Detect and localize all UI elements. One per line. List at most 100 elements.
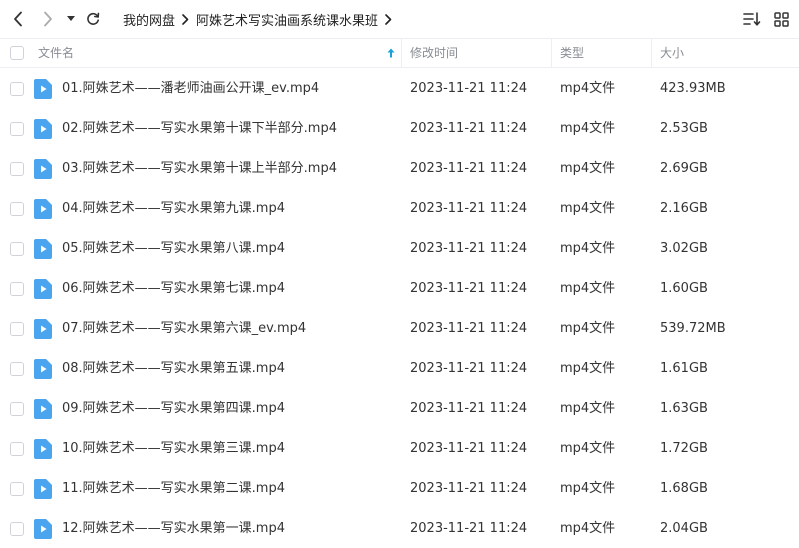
history-dropdown-button[interactable] bbox=[64, 8, 78, 30]
file-row[interactable]: 12.阿姝艺术——写实水果第一课.mp4 2023-11-21 11:24 mp… bbox=[0, 509, 799, 548]
column-header-type[interactable]: 类型 bbox=[560, 39, 650, 67]
file-modified: 2023-11-21 11:24 bbox=[410, 441, 528, 456]
column-divider bbox=[551, 39, 552, 67]
video-file-icon bbox=[34, 119, 52, 139]
column-header-name[interactable]: 文件名 bbox=[38, 39, 398, 67]
file-size: 1.68GB bbox=[660, 481, 708, 496]
file-modified: 2023-11-21 11:24 bbox=[410, 201, 528, 216]
video-file-icon bbox=[34, 199, 52, 219]
column-header-name-label: 文件名 bbox=[38, 46, 75, 60]
back-button[interactable] bbox=[8, 8, 28, 30]
file-name[interactable]: 12.阿姝艺术——写实水果第一课.mp4 bbox=[62, 509, 285, 548]
file-name[interactable]: 08.阿姝艺术——写实水果第五课.mp4 bbox=[62, 349, 285, 389]
file-size: 1.61GB bbox=[660, 361, 708, 376]
sort-button[interactable] bbox=[742, 8, 762, 30]
row-checkbox[interactable] bbox=[10, 282, 24, 296]
forward-button[interactable] bbox=[38, 8, 58, 30]
file-row[interactable]: 08.阿姝艺术——写实水果第五课.mp4 2023-11-21 11:24 mp… bbox=[0, 349, 799, 389]
file-row[interactable]: 03.阿姝艺术——写实水果第十课上半部分.mp4 2023-11-21 11:2… bbox=[0, 149, 799, 189]
file-modified: 2023-11-21 11:24 bbox=[410, 161, 528, 176]
breadcrumb-expand-icon[interactable] bbox=[385, 13, 392, 25]
row-checkbox[interactable] bbox=[10, 482, 24, 496]
file-name[interactable]: 05.阿姝艺术——写实水果第八课.mp4 bbox=[62, 229, 285, 269]
file-row[interactable]: 04.阿姝艺术——写实水果第九课.mp4 2023-11-21 11:24 mp… bbox=[0, 189, 799, 229]
file-size: 2.16GB bbox=[660, 201, 708, 216]
file-row[interactable]: 07.阿姝艺术——写实水果第六课_ev.mp4 2023-11-21 11:24… bbox=[0, 309, 799, 349]
file-type: mp4文件 bbox=[560, 161, 616, 176]
file-row[interactable]: 09.阿姝艺术——写实水果第四课.mp4 2023-11-21 11:24 mp… bbox=[0, 389, 799, 429]
column-header-modified-label: 修改时间 bbox=[410, 46, 459, 60]
file-list-header: 文件名 修改时间 类型 大小 bbox=[0, 38, 799, 68]
file-type: mp4文件 bbox=[560, 521, 616, 536]
file-name[interactable]: 09.阿姝艺术——写实水果第四课.mp4 bbox=[62, 389, 285, 429]
row-checkbox[interactable] bbox=[10, 122, 24, 136]
file-size: 539.72MB bbox=[660, 321, 726, 336]
refresh-button[interactable] bbox=[84, 8, 102, 30]
row-checkbox[interactable] bbox=[10, 402, 24, 416]
file-modified: 2023-11-21 11:24 bbox=[410, 481, 528, 496]
file-name[interactable]: 03.阿姝艺术——写实水果第十课上半部分.mp4 bbox=[62, 149, 337, 189]
video-file-icon bbox=[34, 319, 52, 339]
file-row[interactable]: 01.阿姝艺术——潘老师油画公开课_ev.mp4 2023-11-21 11:2… bbox=[0, 69, 799, 109]
column-header-modified[interactable]: 修改时间 bbox=[410, 39, 550, 67]
video-file-icon bbox=[34, 359, 52, 379]
row-checkbox[interactable] bbox=[10, 362, 24, 376]
column-divider bbox=[651, 39, 652, 67]
file-type: mp4文件 bbox=[560, 361, 616, 376]
file-size: 1.72GB bbox=[660, 441, 708, 456]
column-header-size-label: 大小 bbox=[660, 46, 685, 60]
file-row[interactable]: 10.阿姝艺术——写实水果第三课.mp4 2023-11-21 11:24 mp… bbox=[0, 429, 799, 469]
file-row[interactable]: 02.阿姝艺术——写实水果第十课下半部分.mp4 2023-11-21 11:2… bbox=[0, 109, 799, 149]
file-row[interactable]: 05.阿姝艺术——写实水果第八课.mp4 2023-11-21 11:24 mp… bbox=[0, 229, 799, 269]
file-type: mp4文件 bbox=[560, 441, 616, 456]
row-checkbox[interactable] bbox=[10, 162, 24, 176]
file-modified: 2023-11-21 11:24 bbox=[410, 281, 528, 296]
file-size: 2.04GB bbox=[660, 521, 708, 536]
row-checkbox[interactable] bbox=[10, 522, 24, 536]
file-row[interactable]: 11.阿姝艺术——写实水果第二课.mp4 2023-11-21 11:24 mp… bbox=[0, 469, 799, 509]
row-checkbox[interactable] bbox=[10, 82, 24, 96]
file-modified: 2023-11-21 11:24 bbox=[410, 81, 528, 96]
grid-view-icon bbox=[773, 11, 789, 27]
video-file-icon bbox=[34, 239, 52, 259]
grid-view-button[interactable] bbox=[771, 8, 791, 30]
file-size: 1.63GB bbox=[660, 401, 708, 416]
row-checkbox[interactable] bbox=[10, 322, 24, 336]
file-size: 2.53GB bbox=[660, 121, 708, 136]
file-type: mp4文件 bbox=[560, 201, 616, 216]
video-file-icon bbox=[34, 399, 52, 419]
file-modified: 2023-11-21 11:24 bbox=[410, 401, 528, 416]
breadcrumb-item-current-folder[interactable]: 阿姝艺术写实油画系统课水果班 bbox=[196, 10, 378, 29]
file-type: mp4文件 bbox=[560, 481, 616, 496]
file-name[interactable]: 04.阿姝艺术——写实水果第九课.mp4 bbox=[62, 189, 285, 229]
file-name[interactable]: 01.阿姝艺术——潘老师油画公开课_ev.mp4 bbox=[62, 69, 319, 109]
file-size: 1.60GB bbox=[660, 281, 708, 296]
file-size: 3.02GB bbox=[660, 241, 708, 256]
video-file-icon bbox=[34, 159, 52, 179]
column-header-size[interactable]: 大小 bbox=[660, 39, 760, 67]
file-name[interactable]: 06.阿姝艺术——写实水果第七课.mp4 bbox=[62, 269, 285, 309]
breadcrumb-item-my-drive[interactable]: 我的网盘 bbox=[123, 10, 175, 29]
select-all-checkbox[interactable] bbox=[10, 46, 24, 60]
file-name[interactable]: 10.阿姝艺术——写实水果第三课.mp4 bbox=[62, 429, 285, 469]
breadcrumb: 我的网盘 阿姝艺术写实油画系统课水果班 bbox=[123, 9, 399, 29]
row-checkbox[interactable] bbox=[10, 242, 24, 256]
file-name[interactable]: 11.阿姝艺术——写实水果第二课.mp4 bbox=[62, 469, 285, 509]
file-name[interactable]: 07.阿姝艺术——写实水果第六课_ev.mp4 bbox=[62, 309, 306, 349]
file-row[interactable]: 06.阿姝艺术——写实水果第七课.mp4 2023-11-21 11:24 mp… bbox=[0, 269, 799, 309]
file-size: 423.93MB bbox=[660, 81, 726, 96]
toolbar: 我的网盘 阿姝艺术写实油画系统课水果班 bbox=[0, 0, 799, 38]
column-divider bbox=[401, 39, 402, 67]
file-type: mp4文件 bbox=[560, 81, 616, 96]
file-name[interactable]: 02.阿姝艺术——写实水果第十课下半部分.mp4 bbox=[62, 109, 337, 149]
chevron-right-icon bbox=[44, 11, 52, 27]
video-file-icon bbox=[34, 279, 52, 299]
file-modified: 2023-11-21 11:24 bbox=[410, 521, 528, 536]
row-checkbox[interactable] bbox=[10, 442, 24, 456]
video-file-icon bbox=[34, 439, 52, 459]
file-modified: 2023-11-21 11:24 bbox=[410, 361, 528, 376]
refresh-icon bbox=[87, 12, 100, 25]
video-file-icon bbox=[34, 519, 52, 539]
sort-ascending-icon bbox=[387, 48, 395, 58]
row-checkbox[interactable] bbox=[10, 202, 24, 216]
